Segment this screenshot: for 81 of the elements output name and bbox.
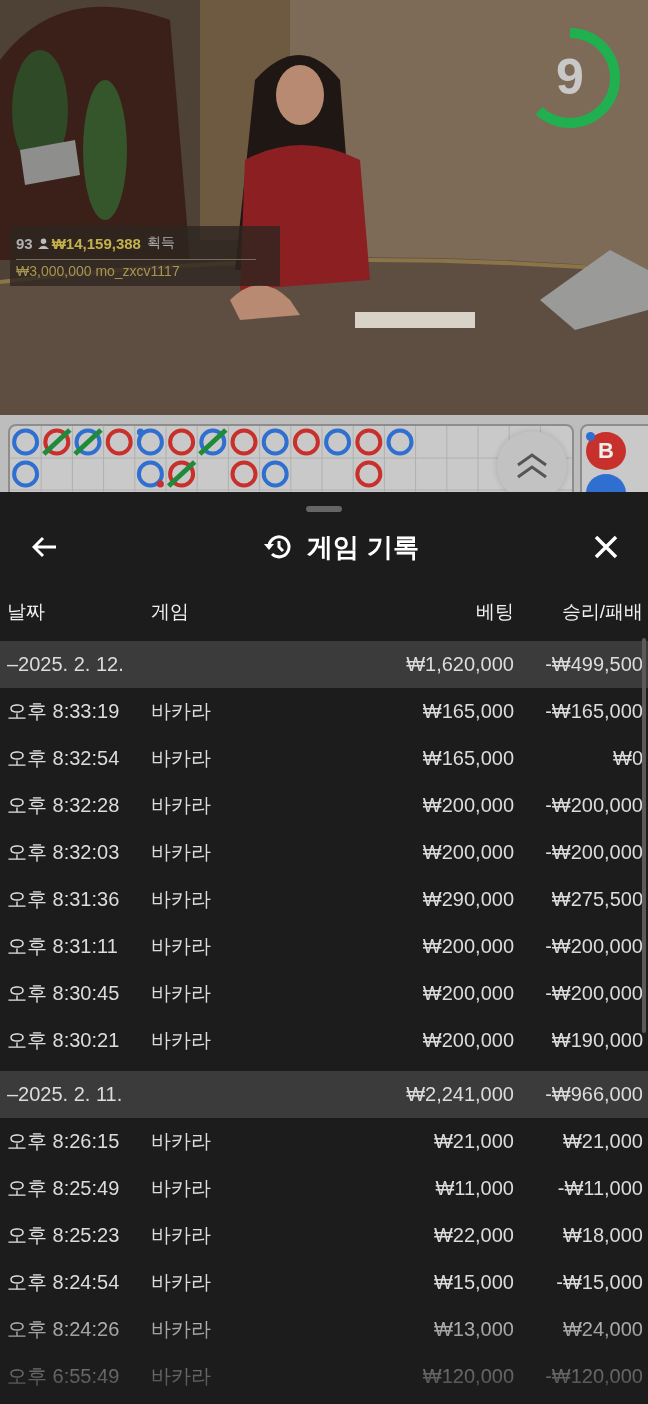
drag-handle[interactable] xyxy=(306,506,342,512)
bet-cell-text: ₩15,000 xyxy=(432,1271,514,1294)
game-cell-text: 바카라 xyxy=(151,746,212,771)
result-total: -₩966,000 xyxy=(544,1083,643,1106)
time-cell-text: 오후 8:24:26 xyxy=(7,1317,121,1342)
column-header[interactable]: 날짜 xyxy=(7,599,151,625)
result-cell-text: -₩200,000 xyxy=(544,982,643,1005)
countdown-number: 9 xyxy=(555,48,585,106)
time-cell-text: 오후 8:25:23 xyxy=(7,1223,121,1248)
game-cell-text: 바카라 xyxy=(151,1028,212,1053)
game-cell-text: 바카라 xyxy=(151,934,212,959)
bet-cell-text: ₩165,000 xyxy=(421,747,514,770)
result-cell-text: ₩21,000 xyxy=(561,1130,643,1153)
result-cell-text: ₩0 xyxy=(612,747,643,770)
result-cell-text: -₩15,000 xyxy=(555,1271,643,1294)
date-text: –2025. 2. 11. xyxy=(7,1083,124,1106)
bet-cell-text: ₩290,000 xyxy=(421,888,514,911)
bet-total: ₩1,620,000 xyxy=(405,653,514,676)
result-cell-text: -₩120,000 xyxy=(544,1365,643,1388)
bet-cell-text: ₩200,000 xyxy=(421,841,514,864)
time-cell-text: 오후 8:32:03 xyxy=(7,840,121,865)
bet-cell-text: ₩165,000 xyxy=(421,700,514,723)
game-cell-text: 바카라 xyxy=(151,699,212,724)
bet-cell-text: ₩200,000 xyxy=(421,982,514,1005)
column-header[interactable]: 승리/패배 xyxy=(514,599,643,625)
game-cell-text: 바카라 xyxy=(151,793,212,818)
game-cell-text: 바카라 xyxy=(151,887,212,912)
close-icon xyxy=(594,535,618,559)
bet-feed-text: ₩3,000,000 mo_zxcv1117 xyxy=(16,263,181,279)
time-cell-text: 오후 8:31:11 xyxy=(7,934,119,959)
bet-cell-text: ₩21,000 xyxy=(432,1130,514,1153)
time-cell-text: 오후 8:30:21 xyxy=(7,1028,121,1053)
result-cell-text: ₩24,000 xyxy=(561,1318,643,1341)
close-button[interactable] xyxy=(592,533,620,561)
game-cell-text: 바카라 xyxy=(151,981,212,1006)
bet-total: ₩2,241,000 xyxy=(405,1083,514,1106)
result-cell-text: ₩190,000 xyxy=(550,1029,643,1052)
date-text: –2025. 2. 12. xyxy=(7,653,125,676)
win-amount: ₩14,159,388 xyxy=(51,234,141,252)
player-count: 93 xyxy=(16,234,33,252)
game-cell-text: 바카라 xyxy=(151,1129,212,1154)
time-cell-text: 오후 8:32:54 xyxy=(7,746,121,771)
game-cell-text: 바카라 xyxy=(151,840,212,865)
date-group-row[interactable]: –2025. 2. 11. ₩2,241,000 -₩966,000 xyxy=(0,1071,648,1118)
game-cell-text: 바카라 xyxy=(151,1176,212,1201)
bet-cell-text: ₩120,000 xyxy=(421,1365,514,1388)
person-icon xyxy=(37,237,49,249)
scrollbar[interactable] xyxy=(642,638,646,1033)
game-cell-text: 바카라 xyxy=(151,1270,212,1295)
win-label: 획득 xyxy=(146,234,175,252)
result-cell-text: -₩200,000 xyxy=(544,841,643,864)
result-cell-text: ₩18,000 xyxy=(561,1224,643,1247)
side-marker: B xyxy=(586,432,626,470)
bet-cell-text: ₩11,000 xyxy=(434,1177,514,1200)
game-cell-text: 바카라 xyxy=(151,1364,212,1389)
time-cell-text: 오후 6:55:49 xyxy=(7,1364,121,1389)
bet-cell-text: ₩200,000 xyxy=(421,794,514,817)
time-cell-text: 오후 8:24:54 xyxy=(7,1270,121,1295)
column-header[interactable]: 베팅 xyxy=(374,599,514,625)
bet-cell-text: ₩200,000 xyxy=(421,935,514,958)
time-cell-text: 오후 8:26:15 xyxy=(7,1129,121,1154)
column-header[interactable]: 게임 xyxy=(151,599,374,625)
result-cell-text: -₩200,000 xyxy=(544,935,643,958)
result-cell-text: -₩200,000 xyxy=(544,794,643,817)
bet-cell-text: ₩200,000 xyxy=(421,1029,514,1052)
time-cell-text: 오후 8:25:49 xyxy=(7,1176,121,1201)
result-cell-text: -₩165,000 xyxy=(544,700,643,723)
back-arrow-icon xyxy=(32,536,58,558)
time-cell-text: 오후 8:30:45 xyxy=(7,981,121,1006)
time-cell-text: 오후 8:33:19 xyxy=(7,699,121,724)
game-cell-text: 바카라 xyxy=(151,1223,212,1248)
game-cell-text: 바카라 xyxy=(151,1317,212,1342)
date-group-row[interactable]: –2025. 2. 12. ₩1,620,000 -₩499,500 xyxy=(0,641,648,688)
sheet-title: 게임 기록 xyxy=(307,530,419,564)
result-total: -₩499,500 xyxy=(544,653,643,676)
result-cell-text: -₩11,000 xyxy=(556,1177,643,1200)
result-cell-text: ₩275,500 xyxy=(550,888,643,911)
time-cell-text: 오후 8:32:28 xyxy=(7,793,121,818)
time-cell-text: 오후 8:31:36 xyxy=(7,887,121,912)
bet-cell-text: ₩13,000 xyxy=(432,1318,514,1341)
bet-cell-text: ₩22,000 xyxy=(432,1224,514,1247)
